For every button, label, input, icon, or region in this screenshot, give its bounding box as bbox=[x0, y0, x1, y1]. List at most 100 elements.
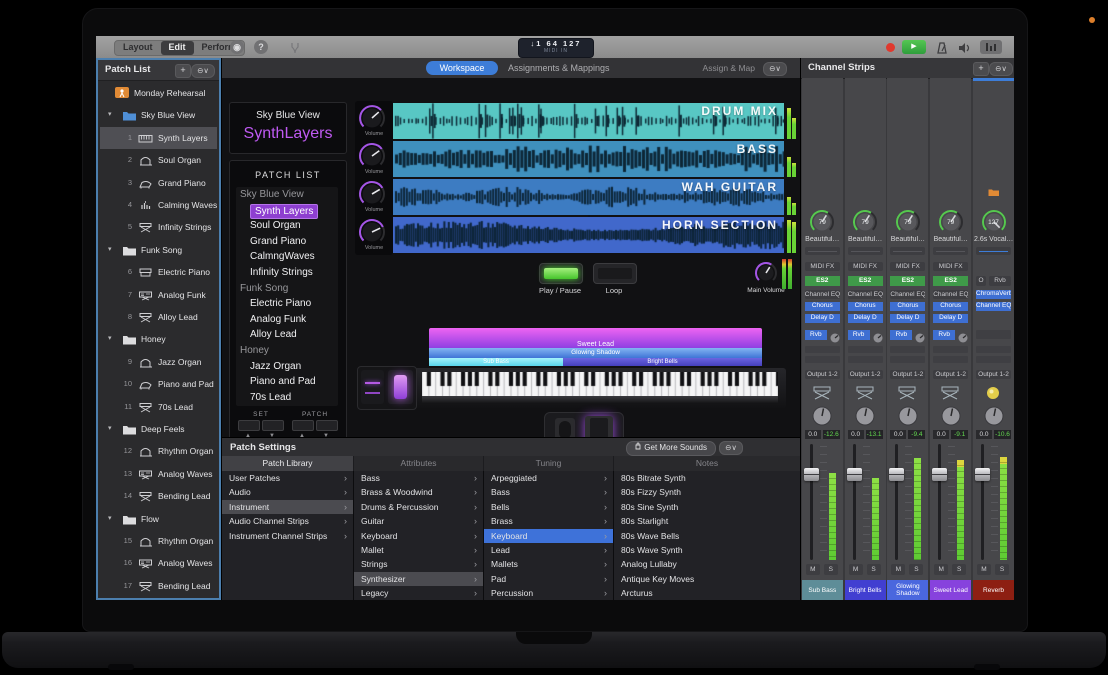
track-volume-knob[interactable] bbox=[358, 180, 386, 208]
send-knob[interactable] bbox=[873, 330, 883, 340]
ps-row-instrument-channel-strips[interactable]: Instrument Channel Strips› bbox=[222, 529, 353, 543]
fader-cap[interactable] bbox=[804, 468, 819, 481]
pan-knob[interactable] bbox=[855, 406, 875, 426]
send-slot[interactable]: Rvb bbox=[848, 330, 870, 340]
midi-fx-slot[interactable]: MIDI FX bbox=[805, 262, 840, 271]
widget-patch-item[interactable]: Piano and Pad bbox=[236, 374, 338, 390]
ps-row-arcturus[interactable]: Arcturus bbox=[614, 586, 800, 600]
instrument-slot[interactable]: ES2 bbox=[848, 276, 883, 286]
patch-list-row[interactable]: 15Rhythm Organ bbox=[100, 530, 217, 552]
insert-slot[interactable]: Channel EQ bbox=[890, 290, 925, 299]
fader-cap[interactable] bbox=[975, 468, 990, 481]
help-icon[interactable]: ? bbox=[254, 40, 268, 54]
insert-slot[interactable]: Channel EQ bbox=[976, 302, 1011, 311]
patch-down-button[interactable] bbox=[292, 420, 314, 431]
widget-set-header[interactable]: Honey bbox=[236, 343, 338, 359]
output-slot[interactable]: Output 1-2 bbox=[933, 370, 968, 379]
strip-setting-button[interactable] bbox=[890, 247, 925, 255]
expression-pedal[interactable] bbox=[555, 418, 575, 437]
strip-name-plate[interactable]: Sweet Lead bbox=[930, 580, 971, 600]
midi-fx-slot[interactable]: MIDI FX bbox=[933, 262, 968, 271]
patch-list-row[interactable]: 2Soul Organ bbox=[100, 149, 217, 171]
patch-list-row[interactable]: 7Analog Funk bbox=[100, 284, 217, 306]
play-button[interactable]: ▶ bbox=[902, 40, 926, 54]
output-slot[interactable]: Output 1-2 bbox=[976, 370, 1011, 379]
ps-row-bass[interactable]: Bass› bbox=[484, 485, 613, 499]
ps-row-bells[interactable]: Bells› bbox=[484, 500, 613, 514]
piano-keys[interactable] bbox=[422, 372, 778, 396]
strip-level-knob[interactable] bbox=[895, 209, 921, 235]
widget-patch-item[interactable]: Grand Piano bbox=[236, 234, 338, 250]
get-more-sounds-button[interactable]: Get More Sounds bbox=[626, 441, 716, 456]
pan-knob[interactable] bbox=[898, 406, 918, 426]
sustain-pedal[interactable] bbox=[585, 416, 613, 437]
layer-zone-bright-bells[interactable]: Bright Bells bbox=[563, 358, 762, 366]
patch-list-row[interactable]: ▾Honey bbox=[100, 328, 217, 350]
channel-strips-action-menu[interactable]: ⊖∨ bbox=[989, 62, 1013, 76]
solo-button[interactable]: S bbox=[867, 564, 881, 575]
pan-knob[interactable] bbox=[941, 406, 961, 426]
pan-knob[interactable] bbox=[984, 406, 1004, 426]
ps-row-pad[interactable]: Pad› bbox=[484, 572, 613, 586]
strip-level-knob[interactable] bbox=[852, 209, 878, 235]
widget-set-header[interactable]: Sky Blue View bbox=[236, 187, 338, 203]
send-slot[interactable]: Rvb bbox=[805, 330, 827, 340]
main-volume-knob[interactable] bbox=[754, 261, 778, 285]
feedback-icon[interactable]: ◉ bbox=[230, 40, 244, 54]
layer-zone-sweet-lead[interactable]: Sweet Lead bbox=[429, 328, 762, 348]
disclosure-icon[interactable]: ▾ bbox=[108, 418, 112, 440]
ps-row-brass[interactable]: Brass› bbox=[484, 514, 613, 528]
track-wah-guitar[interactable]: WAH GUITAR bbox=[393, 179, 784, 215]
ps-row-user-patches[interactable]: User Patches› bbox=[222, 471, 353, 485]
patch-list-row[interactable]: 1170s Lead bbox=[100, 396, 217, 418]
ps-tab-patch-library[interactable]: Patch Library bbox=[222, 456, 354, 471]
workspace-action-menu[interactable]: ⊖∨ bbox=[763, 62, 787, 76]
send-slot[interactable]: Rvb bbox=[933, 330, 955, 340]
strip-name-plate[interactable]: Reverb bbox=[973, 580, 1014, 600]
send-knob[interactable] bbox=[915, 330, 925, 340]
patch-list-row[interactable]: 9Jazz Organ bbox=[100, 351, 217, 373]
patch-list-row[interactable]: Monday Rehearsal bbox=[100, 82, 217, 104]
patch-list-row[interactable]: 3Grand Piano bbox=[100, 172, 217, 194]
widget-set-header[interactable]: Funk Song bbox=[236, 281, 338, 297]
record-button[interactable] bbox=[886, 43, 895, 52]
strip-name-plate[interactable]: Bright Bells bbox=[845, 580, 886, 600]
fader-cap[interactable] bbox=[932, 468, 947, 481]
fader-cap[interactable] bbox=[847, 468, 862, 481]
widget-patch-item[interactable]: Alloy Lead bbox=[236, 327, 338, 343]
strip-name-plate[interactable]: Glowing Shadow bbox=[887, 580, 928, 600]
patch-list-row[interactable]: 8Alloy Lead bbox=[100, 306, 217, 328]
mute-button[interactable]: M bbox=[849, 564, 863, 575]
mute-button[interactable]: M bbox=[977, 564, 991, 575]
insert-slot[interactable]: ChromaVerb bbox=[976, 290, 1011, 299]
ps-tab-attributes[interactable]: Attributes bbox=[354, 456, 484, 471]
patch-list-row[interactable]: 14Bending Lead bbox=[100, 485, 217, 507]
widget-patch-item[interactable]: Jazz Organ bbox=[236, 359, 338, 375]
set-up-button[interactable] bbox=[262, 420, 284, 431]
widget-patch-item[interactable]: Synth Layers bbox=[236, 203, 338, 219]
patch-settings-action-menu[interactable]: ⊖∨ bbox=[719, 441, 743, 455]
patch-list-row[interactable]: ▾Funk Song bbox=[100, 239, 217, 261]
mode-edit[interactable]: Edit bbox=[161, 41, 194, 55]
strip-level-knob[interactable] bbox=[938, 209, 964, 235]
pan-knob[interactable] bbox=[812, 406, 832, 426]
loop-screen-button[interactable] bbox=[593, 263, 637, 284]
ps-row-synthesizer[interactable]: Synthesizer› bbox=[354, 572, 483, 586]
levels-icon[interactable] bbox=[980, 40, 1002, 54]
widget-patch-item[interactable]: 70s Lead bbox=[236, 390, 338, 406]
ps-row-keyboard[interactable]: Keyboard› bbox=[354, 529, 483, 543]
ps-row-legacy[interactable]: Legacy› bbox=[354, 586, 483, 600]
ps-row-mallets[interactable]: Mallets› bbox=[484, 557, 613, 571]
assign-map-label[interactable]: Assign & Map bbox=[703, 58, 755, 78]
midi-fx-slot[interactable]: MIDI FX bbox=[890, 262, 925, 271]
output-slot[interactable]: Output 1-2 bbox=[805, 370, 840, 379]
ps-row-instrument[interactable]: Instrument› bbox=[222, 500, 353, 514]
patch-list-row-selected[interactable]: 1Synth Layers bbox=[100, 127, 217, 149]
channel-strip-sub-bass[interactable]: 79Beautiful…MIDI FXES2Channel EQChorusDe… bbox=[802, 78, 843, 600]
insert-slot[interactable]: Delay D bbox=[890, 314, 925, 323]
ps-row-audio-channel-strips[interactable]: Audio Channel Strips› bbox=[222, 514, 353, 528]
disclosure-icon[interactable]: ▾ bbox=[108, 239, 112, 261]
widget-patch-item[interactable]: CalmngWaves bbox=[236, 249, 338, 265]
insert-slot[interactable]: Channel EQ bbox=[805, 290, 840, 299]
insert-slot[interactable]: Chorus bbox=[805, 302, 840, 311]
